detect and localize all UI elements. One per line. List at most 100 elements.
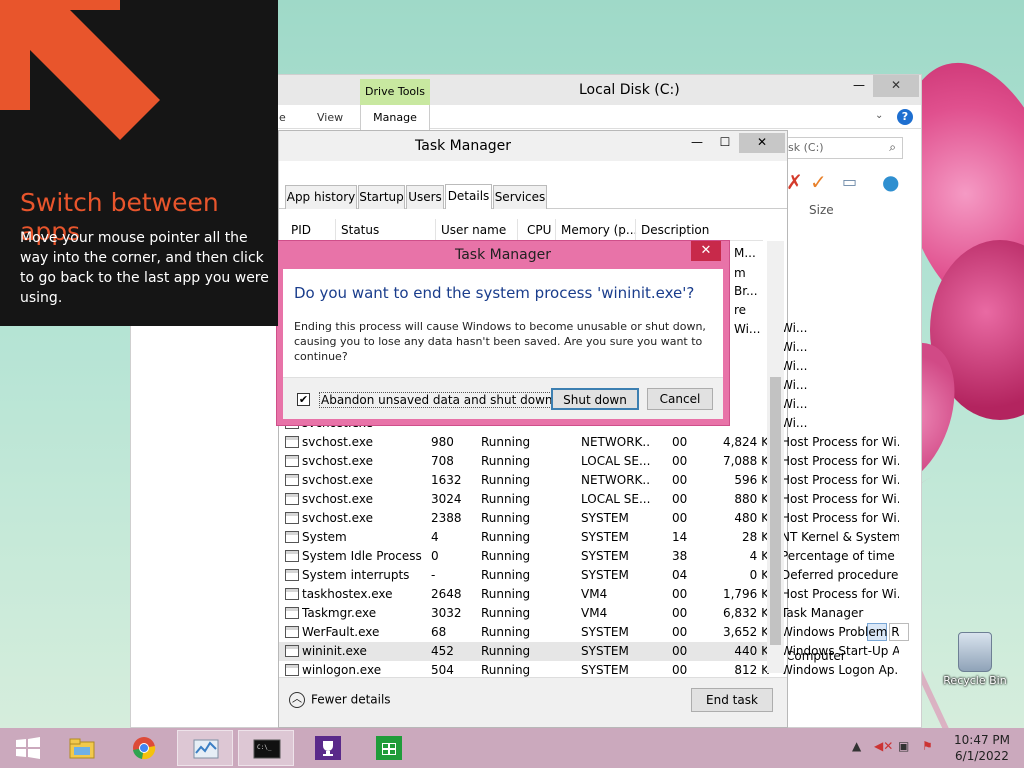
ribbon-tab-home[interactable]: e <box>279 111 286 124</box>
table-row[interactable]: svchost.exe 708 Running LOCAL SE... 00 7,088 … <box>279 452 899 471</box>
description-cell: Deferred procedure ... <box>781 568 899 582</box>
volume-muted-icon[interactable]: ◀✕ <box>874 739 893 753</box>
process-details-cells: 980 Running NETWORK... 00 4,824 K Host Proces… <box>419 433 899 452</box>
tab-services[interactable]: Services <box>493 185 547 209</box>
taskbar-chrome[interactable] <box>116 730 172 766</box>
table-row[interactable]: svchost.exe 980 Running NETWORK... 00 4,824 K… <box>279 433 899 452</box>
tab-users[interactable]: Users <box>406 185 444 209</box>
close-button[interactable]: ✕ <box>873 75 919 97</box>
process-name-cell: taskhostex.exe <box>279 585 419 604</box>
status-cell: Running <box>481 435 531 449</box>
table-row[interactable]: svchost.exe 1632 Running NETWORK... 00 596 K H… <box>279 471 899 490</box>
taskbar-achievements[interactable] <box>300 730 356 766</box>
process-icon <box>285 588 299 600</box>
cancel-button[interactable]: Cancel <box>647 388 713 410</box>
taskbar-task-manager[interactable] <box>177 730 233 766</box>
table-row[interactable]: svchost.exe 3024 Running LOCAL SE... 00 880 K… <box>279 490 899 509</box>
ribbon-expand-icon[interactable]: ⌄ <box>875 110 883 121</box>
table-row[interactable]: WerFault.exe 68 Running SYSTEM 00 3,652 K Wind… <box>279 623 899 642</box>
clock-time: 10:47 PM <box>954 733 1010 747</box>
search-icon: ⌕ <box>889 140 896 154</box>
table-row[interactable]: System Idle Process 0 Running SYSTEM 38 4 K Pe… <box>279 547 899 566</box>
table-row[interactable]: taskhostex.exe 2648 Running VM4 00 1,796 K Hos… <box>279 585 899 604</box>
status-cell: Running <box>481 454 531 468</box>
column-header-status[interactable]: Status <box>341 223 379 237</box>
minimize-button[interactable]: — <box>845 75 873 97</box>
delete-icon[interactable]: ✗ <box>786 170 803 194</box>
checkmark-icon[interactable]: ✓ <box>810 170 827 194</box>
maximize-button[interactable]: ☐ <box>711 133 739 153</box>
process-icon <box>285 474 299 486</box>
tab-details[interactable]: Details <box>445 184 492 209</box>
process-details-cells: 3024 Running LOCAL SE... 00 880 K Host Proces… <box>419 490 899 509</box>
process-icon <box>285 626 299 638</box>
fewer-details-button[interactable]: ︿ Fewer details <box>289 692 391 708</box>
cpu-cell: 14 <box>672 530 688 544</box>
corner-arrow-icon <box>0 0 160 140</box>
column-header-size[interactable]: Size <box>809 203 834 217</box>
process-name: wininit.exe <box>302 644 367 658</box>
scrollbar-thumb[interactable] <box>770 377 781 645</box>
end-task-button[interactable]: End task <box>691 688 773 712</box>
network-icon[interactable]: ▣ <box>898 739 909 753</box>
start-icon <box>16 737 40 759</box>
process-name-cell: wininit.exe <box>279 642 419 661</box>
description-cell: Windows Logon Ap... <box>781 663 899 677</box>
process-name-cell: svchost.exe <box>279 471 419 490</box>
description-cell: Windows Problem R... <box>781 625 899 639</box>
process-name-cell: svchost.exe <box>279 452 419 471</box>
column-header-cpu[interactable]: CPU <box>527 223 551 237</box>
properties-icon[interactable]: ▭ <box>842 172 857 191</box>
drive-tools-context-tab: Drive Tools <box>360 79 430 105</box>
process-name: System Idle Process <box>302 549 422 563</box>
ribbon-tab-manage[interactable]: Manage <box>360 105 430 130</box>
column-header-pid[interactable]: PID <box>291 223 311 237</box>
command-prompt-icon: C:\_ <box>253 739 281 759</box>
dialog-close-button[interactable]: ✕ <box>691 241 721 261</box>
ribbon-tab-view[interactable]: View <box>317 111 343 124</box>
search-input[interactable]: sk (C:) ⌕ <box>783 137 903 159</box>
show-hidden-icons-icon[interactable]: ▲ <box>852 739 861 753</box>
description-cell: Wi... <box>781 416 808 430</box>
process-details-cells: 2648 Running VM4 00 1,796 K Host Process for … <box>419 585 899 604</box>
globe-icon[interactable]: ● <box>882 170 899 194</box>
action-center-icon[interactable]: ⚑ <box>922 739 933 753</box>
vertical-scrollbar[interactable] <box>767 241 784 673</box>
table-row[interactable]: svchost.exe 2388 Running SYSTEM 00 480 K Host … <box>279 509 899 528</box>
dialog-body: Do you want to end the system process 'w… <box>283 269 723 419</box>
help-icon[interactable]: ? <box>897 109 913 125</box>
table-row[interactable]: Taskmgr.exe 3032 Running VM4 00 6,832 K Task M… <box>279 604 863 623</box>
abandon-data-checkbox[interactable]: ✔ <box>297 393 310 406</box>
task-manager-footer: ︿ Fewer details End task <box>279 677 787 727</box>
cpu-cell: 04 <box>672 568 688 582</box>
column-header-user-name[interactable]: User name <box>441 223 506 237</box>
process-icon <box>285 569 299 581</box>
column-header-description[interactable]: Description <box>641 223 709 237</box>
abandon-data-checkbox-label[interactable]: Abandon unsaved data and shut down. <box>319 392 559 408</box>
table-row[interactable]: System 4 Running SYSTEM 14 28 K NT Kernel & Sy… <box>279 528 899 547</box>
taskbar-clock[interactable]: 10:47 PM 6/1/2022 <box>952 732 1012 764</box>
table-row[interactable]: wininit.exe 452 Running SYSTEM 00 440 K Window… <box>279 642 899 661</box>
end-process-dialog: Task Manager ✕ Do you want to end the sy… <box>276 240 730 426</box>
close-button[interactable]: ✕ <box>739 133 785 153</box>
taskbar-store[interactable] <box>361 730 417 766</box>
process-name-cell: System interrupts <box>279 566 419 585</box>
process-name-cell: WerFault.exe <box>279 623 419 642</box>
status-cell: Running <box>481 568 531 582</box>
tab-app-history[interactable]: App history <box>285 185 357 209</box>
taskbar-command-prompt[interactable]: C:\_ <box>238 730 294 766</box>
column-header-memory[interactable]: Memory (p... <box>561 223 637 237</box>
table-row[interactable]: System interrupts - Running SYSTEM 04 0 K Defe… <box>279 566 899 585</box>
tab-startup[interactable]: Startup <box>358 185 405 209</box>
taskbar-file-explorer[interactable] <box>54 730 110 766</box>
shut-down-button[interactable]: Shut down <box>551 388 639 410</box>
task-manager-tabs: App history Startup Users Details Servic… <box>279 184 787 209</box>
process-name: Taskmgr.exe <box>302 606 377 620</box>
recycle-bin-shortcut[interactable]: Recycle Bin <box>942 632 1008 687</box>
start-button[interactable] <box>0 730 56 766</box>
description-cell: Windows Start-Up A... <box>781 644 899 658</box>
minimize-button[interactable]: — <box>683 133 711 153</box>
process-table-header: PID Status User name CPU Memory (p... De… <box>281 219 763 241</box>
cpu-cell: 00 <box>672 663 688 677</box>
pid-cell: 504 <box>431 663 454 677</box>
